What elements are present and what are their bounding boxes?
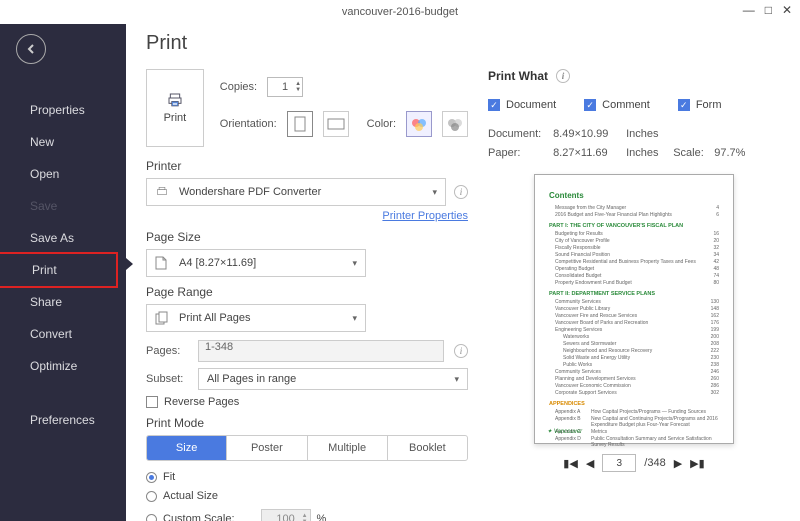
tab-booklet[interactable]: Booklet [388,436,467,460]
orientation-portrait-button[interactable] [287,111,313,137]
form-checkbox[interactable]: ✓ [678,99,690,111]
back-button[interactable] [16,34,46,64]
sidebar-item-open[interactable]: Open [0,158,126,190]
portrait-icon [293,116,307,132]
page-icon [155,256,171,270]
custom-label: Custom Scale: [163,513,235,521]
color-button[interactable] [406,111,432,137]
title-bar: vancouver-2016-budget — □ ✕ [0,0,800,24]
reverse-label: Reverse Pages [164,396,239,408]
fit-radio[interactable] [146,472,157,483]
sidebar-item-properties[interactable]: Properties [0,94,126,126]
tab-size[interactable]: Size [147,436,227,460]
actual-radio[interactable] [146,491,157,502]
sidebar: PropertiesNewOpenSaveSave AsPrintShareCo… [0,24,126,521]
printwhat-heading: Print What i [488,69,780,83]
window-title: vancouver-2016-budget [342,6,458,18]
pagerange-dropdown[interactable]: Print All Pages [146,304,366,332]
pages-info-icon[interactable]: i [454,344,468,358]
printer-dropdown[interactable]: Wondershare PDF Converter [146,178,446,206]
prev-page-button[interactable]: ◀ [586,457,594,470]
document-checkbox[interactable]: ✓ [488,99,500,111]
comment-checkbox[interactable]: ✓ [584,99,596,111]
dimensions-info: Document: 8.49×10.99 Inches Paper: 8.27×… [488,125,780,162]
minimize-icon[interactable]: — [743,3,755,17]
last-page-button[interactable]: ▶▮ [690,457,705,470]
grayscale-button[interactable] [442,111,468,137]
sidebar-item-save-as[interactable]: Save As [0,222,126,254]
printer-icon [167,92,183,108]
pagesize-section-label: Page Size [146,230,468,244]
close-icon[interactable]: ✕ [782,3,792,17]
next-page-button[interactable]: ▶ [674,457,682,470]
sidebar-item-new[interactable]: New [0,126,126,158]
color-icon [411,117,427,131]
copies-spinner[interactable]: ▲▼ [295,81,301,93]
landscape-icon [327,117,345,131]
printwhat-info-icon[interactable]: i [556,69,570,83]
page-number-input[interactable]: 3 [602,454,636,472]
reverse-checkbox[interactable] [146,396,158,408]
printer-section-label: Printer [146,159,468,173]
page-heading: Print [146,32,780,55]
orientation-label: Orientation: [220,118,277,130]
printmode-section-label: Print Mode [146,416,468,430]
print-tile-label: Print [164,112,187,124]
content-panel: Print Print Copies: 1 ▲▼ [126,24,800,521]
subset-label: Subset: [146,373,188,385]
pager: ▮◀ ◀ 3 /348 ▶ ▶▮ [488,454,780,472]
subset-dropdown[interactable]: All Pages in range [198,368,468,390]
pages-input[interactable]: 1-348 [198,340,444,362]
maximize-icon[interactable]: □ [765,3,772,17]
copies-label: Copies: [220,81,257,93]
sidebar-item-share[interactable]: Share [0,286,126,318]
custom-scale-input[interactable]: 100 ▲▼ [261,509,311,521]
fit-label: Fit [163,471,175,483]
print-tile[interactable]: Print [146,69,204,147]
pagerange-section-label: Page Range [146,285,468,299]
printer-small-icon [155,185,171,199]
page-preview: ContentsMessage from the City Manager420… [534,174,734,444]
sidebar-item-preferences[interactable]: Preferences [0,404,126,436]
pagesize-dropdown[interactable]: A4 [8.27×11.69] [146,249,366,277]
sidebar-arrow-indicator [126,258,133,270]
pages-label: Pages: [146,345,188,357]
page-total: /348 [644,457,665,469]
first-page-button[interactable]: ▮◀ [563,457,578,470]
sidebar-item-save: Save [0,190,126,222]
actual-label: Actual Size [163,490,218,502]
tab-multiple[interactable]: Multiple [308,436,388,460]
sidebar-item-print[interactable]: Print [0,252,118,288]
orientation-landscape-button[interactable] [323,111,349,137]
printmode-tabs: SizePosterMultipleBooklet [146,435,468,461]
pages-icon [155,311,171,325]
sidebar-item-convert[interactable]: Convert [0,318,126,350]
sidebar-item-optimize[interactable]: Optimize [0,350,126,382]
percent-label: % [317,513,327,521]
color-label: Color: [367,118,396,130]
chevron-left-icon [26,44,36,54]
custom-radio[interactable] [146,514,157,521]
printer-properties-link[interactable]: Printer Properties [146,210,468,222]
grayscale-icon [447,117,463,131]
printer-info-icon[interactable]: i [454,185,468,199]
copies-input[interactable]: 1 ▲▼ [267,77,303,97]
tab-poster[interactable]: Poster [227,436,307,460]
